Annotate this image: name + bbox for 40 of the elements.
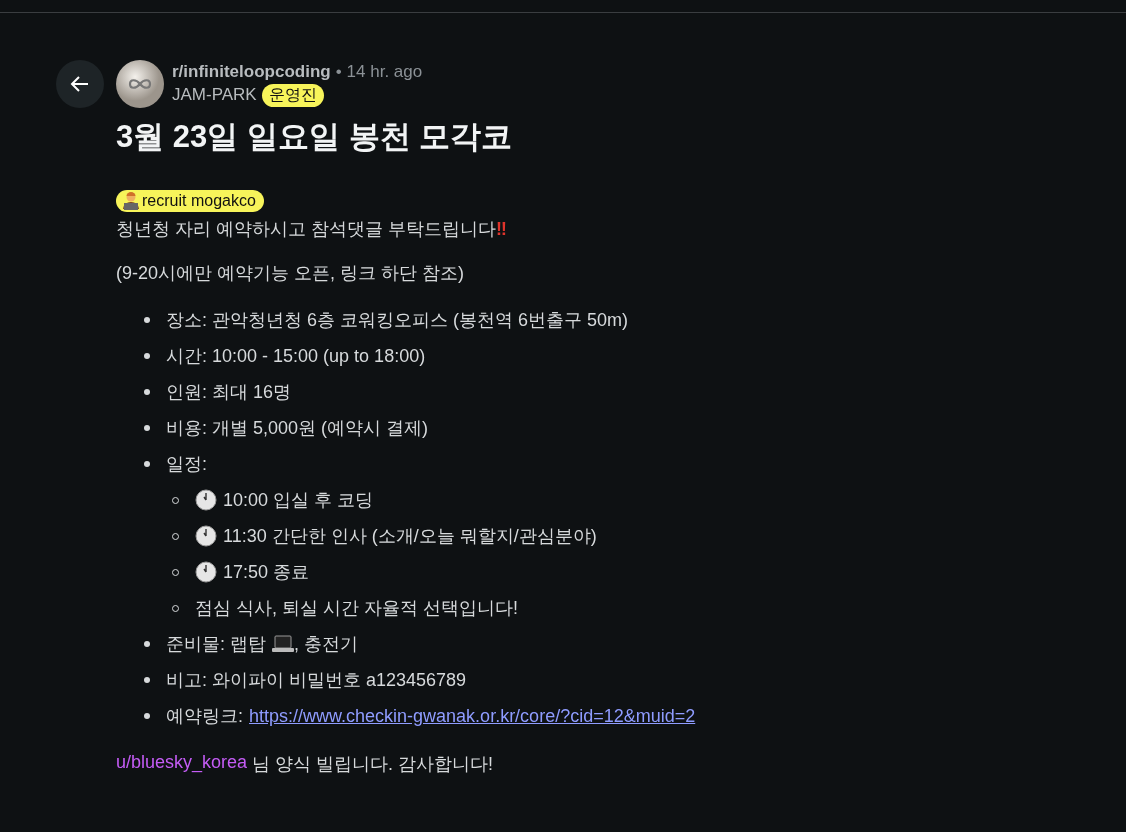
list-item-text: 비고: 와이파이 비밀번호 a123456789 bbox=[166, 669, 467, 692]
laptop-icon bbox=[272, 635, 294, 653]
clock-icon bbox=[195, 489, 217, 511]
clock-icon bbox=[195, 561, 217, 583]
user-link[interactable]: u/bluesky_korea bbox=[116, 752, 248, 776]
reservation-link[interactable]: https://www.checkin-gwanak.or.kr/core/?cid=12&muid=2 bbox=[249, 698, 696, 734]
clock-icon bbox=[195, 525, 217, 547]
list-item-text: 17:50 종료 bbox=[223, 561, 310, 584]
list-item-text: 11:30 간단한 인사 (소개/오늘 뭐할지/관심분야) bbox=[223, 525, 597, 548]
list-item-text: 일정: bbox=[166, 453, 207, 476]
author-flair: 운영진 bbox=[261, 83, 324, 107]
list-item-text: 장소: 관악청년청 6층 코워킹오피스 (봉천역 6번출구 50m) bbox=[166, 309, 629, 332]
list-item-text: 예약링크: bbox=[166, 705, 243, 728]
note-text: (9-20시에만 예약기능 오픈, 링크 하단 참조) bbox=[116, 262, 466, 285]
bullet-icon bbox=[144, 641, 150, 647]
post-flair[interactable]: recruit mogakco bbox=[116, 190, 264, 212]
intro-text: 청년청 자리 예약하시고 참석댓글 부탁드립니다‼ bbox=[116, 218, 508, 241]
person-at-laptop-icon bbox=[120, 191, 142, 211]
list-item-text: 시간: 10:00 - 15:00 (up to 18:00) bbox=[166, 345, 426, 368]
separator-text: • bbox=[335, 61, 342, 82]
author-name[interactable]: JAM-PARK bbox=[172, 85, 257, 105]
back-button[interactable] bbox=[56, 60, 104, 108]
bullet-icon bbox=[144, 389, 150, 395]
list-item-text: 비용: 개별 5,000원 (예약시 결제) bbox=[166, 417, 429, 440]
bullet-icon bbox=[144, 425, 150, 431]
list-item-text: 점심 식사, 퇴실 시간 자율적 선택입니다! bbox=[195, 597, 518, 620]
list-item-text: 준비물: 랩탑 bbox=[166, 633, 266, 656]
bullet-icon bbox=[144, 353, 150, 359]
list-item-text: , 충전기 bbox=[294, 633, 359, 656]
post-title: 3월 23일 일요일 봉천 모각코 bbox=[116, 118, 514, 156]
footer-text: 님 양식 빌립니다. 감사합니다! bbox=[252, 753, 494, 776]
list-item-text: 10:00 입실 후 코딩 bbox=[223, 489, 374, 512]
list-item-text: 인원: 최대 16명 bbox=[166, 381, 292, 404]
community-avatar[interactable] bbox=[116, 60, 164, 108]
post-time: 14 hr. ago bbox=[346, 61, 423, 82]
bullet-icon bbox=[144, 461, 150, 467]
bullet-icon bbox=[144, 713, 150, 719]
bullet-icon bbox=[144, 677, 150, 683]
bullet-icon bbox=[144, 317, 150, 323]
subreddit-link[interactable]: r/infiniteloopcoding bbox=[172, 61, 331, 82]
